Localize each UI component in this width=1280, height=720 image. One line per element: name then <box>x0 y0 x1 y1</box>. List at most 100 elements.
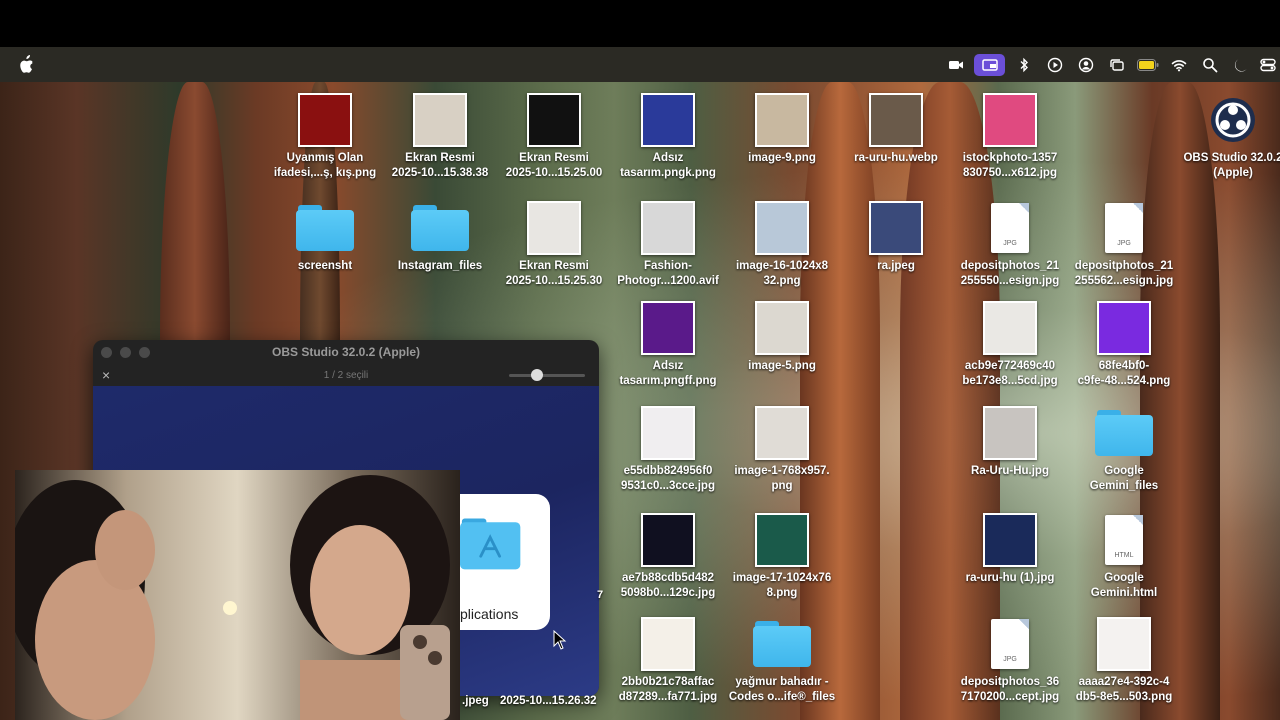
desktop-icon-label: ra.jpeg <box>877 260 915 272</box>
desktop-icon[interactable]: image-5.png <box>722 300 842 374</box>
desktop-icon-label: yağmur bahadır - Codes o...ife®_files <box>728 676 836 703</box>
wifi-icon[interactable] <box>1163 47 1194 82</box>
html-file-icon: HTML <box>1064 512 1184 568</box>
desktop-icon[interactable]: istockphoto-1357 830750...x612.jpg <box>950 92 1070 181</box>
slider-knob[interactable] <box>531 369 543 381</box>
folder-icon <box>380 200 500 256</box>
partial-jpeg-label: .jpeg <box>462 695 489 707</box>
desktop-icon-label: screensht <box>297 260 353 272</box>
image-thumbnail <box>950 405 1070 461</box>
desktop-icon[interactable]: Ekran Resmi 2025-10...15.25.30 <box>494 200 614 289</box>
obs-window-titlebar[interactable]: OBS Studio 32.0.2 (Apple) <box>93 340 599 364</box>
desktop-icon-label: image-1-768x957. png <box>734 465 830 492</box>
desktop-icon-label: Ekran Resmi 2025-10...15.38.38 <box>391 152 489 179</box>
desktop-icon[interactable]: ra-uru-hu (1).jpg <box>950 512 1070 586</box>
desktop-icon[interactable]: image-9.png <box>722 92 842 166</box>
desktop-icon-label: image-5.png <box>748 360 816 372</box>
image-thumbnail <box>1064 616 1184 672</box>
jpg-file-icon: JPG <box>950 200 1070 256</box>
control-center-icon[interactable] <box>1256 47 1280 82</box>
image-thumbnail <box>608 300 728 356</box>
desktop-icon-label: Ra-Uru-Hu.jpg <box>971 465 1049 477</box>
desktop-icon-label: ae7b88cdb5d482 5098b0...129c.jpg <box>620 572 716 599</box>
mouse-cursor-icon <box>553 630 567 650</box>
desktop-icon-label: image-16-1024x8 32.png <box>735 260 829 287</box>
desktop-icon-label: e55dbb824956f0 9531c0...3cce.jpg <box>621 465 715 492</box>
desktop-icon[interactable]: 2bb0b21c78affac d87289...fa771.jpg <box>608 616 728 705</box>
jpg-file-icon: JPG <box>950 616 1070 672</box>
play-circle-icon[interactable] <box>1039 47 1070 82</box>
desktop-icon-label: Ekran Resmi 2025-10...15.25.30 <box>505 260 603 287</box>
screen-mirroring-icon[interactable] <box>974 53 1005 76</box>
desktop-icon-label: 2bb0b21c78affac d87289...fa771.jpg <box>618 676 718 703</box>
desktop-icon[interactable]: JPG depositphotos_36 7170200...cept.jpg <box>950 616 1070 705</box>
bluetooth-icon[interactable] <box>1008 47 1039 82</box>
image-thumbnail <box>494 200 614 256</box>
desktop-icon[interactable]: Instagram_files <box>380 200 500 274</box>
user-circle-icon[interactable] <box>1070 47 1101 82</box>
image-thumbnail <box>265 92 385 148</box>
desktop-icon[interactable]: acb9e772469c40 be173e8...5cd.jpg <box>950 300 1070 389</box>
search-icon[interactable] <box>1194 47 1225 82</box>
close-icon[interactable]: × <box>102 367 110 383</box>
desktop-icon[interactable]: image-1-768x957. png <box>722 405 842 494</box>
desktop-icon[interactable]: image-17-1024x76 8.png <box>722 512 842 601</box>
desktop-icon[interactable]: Uyanmış Olan ifadesi,...ş, kış.png <box>265 92 385 181</box>
zoom-window-icon[interactable] <box>139 347 150 358</box>
desktop-icon[interactable]: JPG depositphotos_21 255550...esign.jpg <box>950 200 1070 289</box>
image-thumbnail <box>494 92 614 148</box>
window-stack-icon[interactable] <box>1101 47 1132 82</box>
desktop-icon[interactable]: ae7b88cdb5d482 5098b0...129c.jpg <box>608 512 728 601</box>
minimize-window-icon[interactable] <box>120 347 131 358</box>
desktop-icon[interactable]: e55dbb824956f0 9531c0...3cce.jpg <box>608 405 728 494</box>
desktop-icon[interactable]: ra-uru-hu.webp <box>836 92 956 166</box>
webcam-overlay <box>15 470 460 720</box>
close-window-icon[interactable] <box>101 347 112 358</box>
desktop-icon[interactable]: image-16-1024x8 32.png <box>722 200 842 289</box>
desktop-icon[interactable]: Adsız tasarım.pngff.png <box>608 300 728 389</box>
desktop-icon-label: aaaa27e4-392c-4 db5-8e5...503.png <box>1075 676 1173 703</box>
desktop-icon[interactable]: screensht <box>265 200 385 274</box>
desktop-icon-label: image-9.png <box>748 152 816 164</box>
screen-top-black-bar <box>0 0 1280 47</box>
desktop-icon[interactable]: ra.jpeg <box>836 200 956 274</box>
desktop-icon[interactable]: 68fe4bf0- c9fe-48...524.png <box>1064 300 1184 389</box>
partial-time-label: 2025-10...15.26.32 <box>500 695 597 707</box>
image-thumbnail <box>722 200 842 256</box>
apple-logo-icon[interactable] <box>19 55 35 73</box>
desktop-icon[interactable]: Google Gemini_files <box>1064 405 1184 494</box>
webcam-video-frame <box>15 470 460 720</box>
desktop-icon-label: depositphotos_21 255562...esign.jpg <box>1074 260 1174 287</box>
battery-icon[interactable] <box>1132 47 1163 82</box>
desktop-icon[interactable]: yağmur bahadır - Codes o...ife®_files <box>722 616 842 705</box>
desktop-icon[interactable]: Ekran Resmi 2025-10...15.25.00 <box>494 92 614 181</box>
image-thumbnail <box>950 300 1070 356</box>
desktop-icon[interactable]: Adsız tasarım.pngk.png <box>608 92 728 181</box>
desktop-icon[interactable]: aaaa27e4-392c-4 db5-8e5...503.png <box>1064 616 1184 705</box>
image-thumbnail <box>608 616 728 672</box>
video-camera-icon[interactable] <box>940 47 971 82</box>
desktop-icon-label: acb9e772469c40 be173e8...5cd.jpg <box>962 360 1058 387</box>
desktop-icon-label: ra-uru-hu (1).jpg <box>965 572 1055 584</box>
image-thumbnail <box>608 92 728 148</box>
desktop-icon-label: 68fe4bf0- c9fe-48...524.png <box>1077 360 1171 387</box>
moon-icon[interactable] <box>1225 47 1256 82</box>
desktop-icon[interactable]: JPG depositphotos_21 255562...esign.jpg <box>1064 200 1184 289</box>
desktop-icon[interactable]: Fashion- Photogr...1200.avif <box>608 200 728 289</box>
desktop-icon[interactable]: OBS Studio 32.0.2 (Apple) <box>1178 92 1280 181</box>
obs-app-icon <box>1178 92 1280 148</box>
desktop-icon[interactable]: Ra-Uru-Hu.jpg <box>950 405 1070 479</box>
window-controls <box>101 347 150 358</box>
image-thumbnail <box>608 405 728 461</box>
obs-title-text: OBS Studio 32.0.2 (Apple) <box>271 345 421 359</box>
desktop-icon[interactable]: HTML Google Gemini.html <box>1064 512 1184 601</box>
jpg-file-icon: JPG <box>1064 200 1184 256</box>
image-thumbnail <box>722 512 842 568</box>
desktop-icon[interactable]: Ekran Resmi 2025-10...15.38.38 <box>380 92 500 181</box>
image-thumbnail <box>1064 300 1184 356</box>
folder-icon <box>722 616 842 672</box>
folder-icon <box>1064 405 1184 461</box>
applications-folder-icon <box>460 518 521 570</box>
applications-folder-preview[interactable]: plications <box>460 494 550 630</box>
zoom-slider[interactable] <box>509 369 585 381</box>
